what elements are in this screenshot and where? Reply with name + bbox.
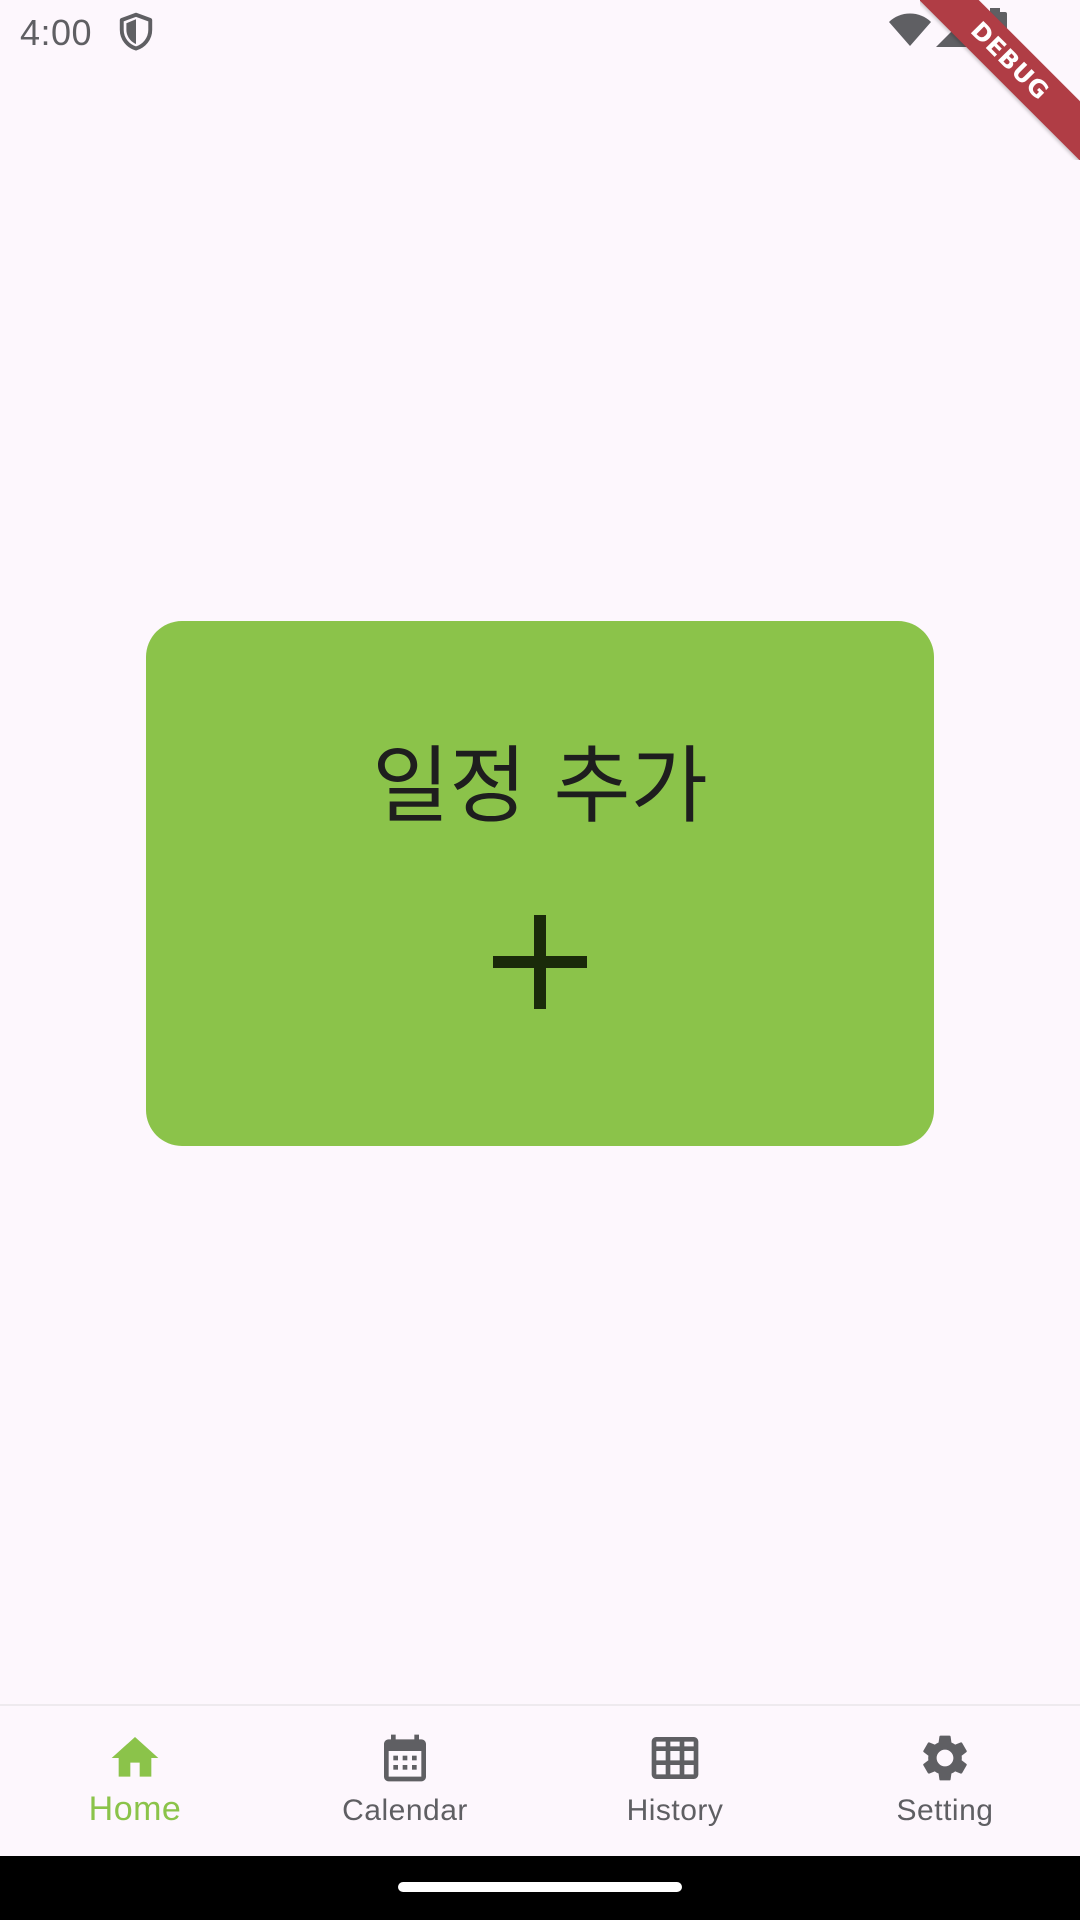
plus-icon bbox=[493, 915, 587, 1009]
nav-item-setting[interactable]: Setting bbox=[810, 1706, 1080, 1858]
battery-icon bbox=[983, 8, 1007, 51]
shield-icon bbox=[119, 12, 153, 51]
nav-label-calendar: Calendar bbox=[342, 1794, 468, 1827]
home-gesture-handle[interactable] bbox=[398, 1882, 682, 1892]
system-navigation-bar bbox=[0, 1856, 1080, 1920]
add-schedule-card[interactable]: 일정 추가 bbox=[146, 621, 934, 1146]
nav-item-history[interactable]: History bbox=[540, 1706, 810, 1858]
status-time: 4:00 bbox=[20, 12, 93, 53]
home-icon bbox=[111, 1737, 159, 1777]
nav-item-home[interactable]: Home bbox=[0, 1706, 270, 1858]
calendar-icon bbox=[384, 1734, 426, 1782]
signal-icon bbox=[936, 13, 970, 47]
gear-icon bbox=[923, 1735, 967, 1781]
status-bar: 4:00 bbox=[0, 0, 1080, 64]
nav-label-history: History bbox=[626, 1794, 724, 1827]
wifi-icon bbox=[889, 13, 931, 46]
nav-label-setting: Setting bbox=[896, 1794, 994, 1827]
nav-item-calendar[interactable]: Calendar bbox=[270, 1706, 540, 1858]
nav-label-home: Home bbox=[88, 1790, 182, 1828]
add-schedule-title: 일정 추가 bbox=[372, 737, 708, 835]
grid-icon bbox=[651, 1737, 699, 1779]
bottom-navigation: Home Calendar History Setting bbox=[0, 1704, 1080, 1858]
